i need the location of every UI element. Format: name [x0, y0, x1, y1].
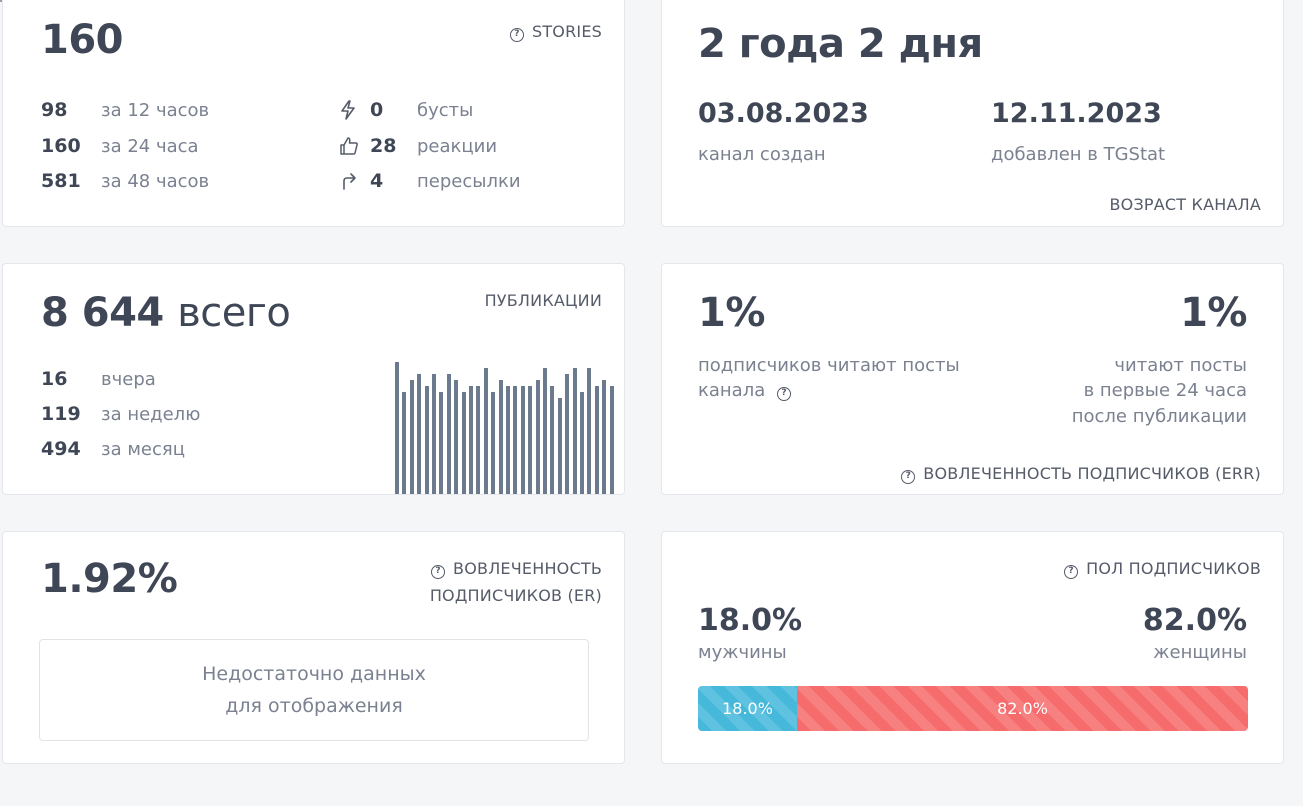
publications-bar[interactable]	[454, 380, 459, 494]
question-icon[interactable]: ?	[901, 470, 916, 484]
publications-row-label: за месяц	[101, 439, 185, 460]
err-label-right-2: в первые 24 часа	[1083, 380, 1247, 401]
err-label-left-2: канала ?	[698, 380, 799, 401]
thumbs-up-icon	[340, 137, 358, 155]
err-label-right-3: после публикации	[1071, 406, 1247, 427]
forwards-value: 4	[370, 170, 384, 192]
publications-row-label: вчера	[101, 369, 156, 390]
reactions-label: реакции	[417, 136, 498, 157]
err-value-left: 1%	[698, 290, 765, 336]
publications-bar[interactable]	[491, 392, 496, 494]
err-header[interactable]: ? ВОВЛЕЧЕННОСТЬ ПОДПИСЧИКОВ (ERR)	[901, 464, 1261, 484]
channel-age-value: 2 года 2 дня	[698, 21, 983, 67]
publications-bar[interactable]	[395, 362, 399, 494]
stories-row-label: за 48 часов	[101, 171, 210, 192]
publications-bar[interactable]	[594, 386, 599, 494]
publications-bar-chart[interactable]	[394, 360, 616, 494]
er-header-1[interactable]: ? ВОВЛЕЧЕННОСТЬ	[431, 559, 602, 579]
publications-bar[interactable]	[520, 386, 525, 494]
created-label: канал создан	[698, 144, 826, 165]
er-header-2: ПОДПИСЧИКОВ (ER)	[429, 586, 602, 605]
gender-bar-male[interactable]: 18.0%	[698, 686, 797, 731]
question-icon[interactable]: ?	[431, 565, 446, 579]
stories-row-value: 98	[41, 99, 68, 121]
share-arrow-icon	[343, 173, 356, 190]
err-card: 1% подписчиков читают посты канала ? 1% …	[661, 263, 1284, 495]
added-label: добавлен в TGStat	[991, 144, 1166, 165]
gender-bar[interactable]: 18.0% 82.0%	[698, 686, 1248, 731]
no-data-text-1: Недостаточно данных	[202, 663, 426, 685]
no-data-box: Недостаточно данных для отображения	[39, 639, 589, 741]
err-label-left-1: подписчиков читают посты	[698, 355, 960, 376]
er-card: 1.92% ? ВОВЛЕЧЕННОСТЬ ПОДПИСЧИКОВ (ER) Не…	[2, 531, 625, 764]
publications-bar[interactable]	[498, 380, 503, 494]
boosts-label: бусты	[417, 100, 474, 121]
publications-bar[interactable]	[402, 392, 407, 494]
publications-bar[interactable]	[446, 374, 451, 494]
publications-bar[interactable]	[580, 392, 584, 494]
created-date: 03.08.2023	[698, 98, 869, 129]
boosts-value: 0	[370, 99, 384, 121]
stories-row-value: 160	[41, 135, 81, 157]
question-icon[interactable]: ?	[776, 387, 791, 401]
publications-bar[interactable]	[528, 386, 533, 494]
gender-card: ? ПОЛ ПОДПИСЧИКОВ 18.0% мужчины 82.0% жен…	[661, 531, 1284, 764]
stories-row-label: за 24 часа	[101, 136, 199, 157]
publications-bar[interactable]	[609, 386, 614, 494]
publications-bar[interactable]	[424, 386, 429, 494]
publications-total: 8 644 всего	[41, 290, 291, 336]
publications-bar[interactable]	[587, 368, 592, 494]
channel-age-card: 2 года 2 дня 03.08.2023 канал создан 12.…	[661, 0, 1284, 227]
err-label-right-1: читают посты	[1114, 355, 1247, 376]
publications-header: ПУБЛИКАЦИИ	[484, 291, 602, 310]
forwards-label: пересылки	[417, 171, 521, 192]
publications-bar[interactable]	[461, 392, 466, 494]
publications-row-value: 119	[41, 403, 81, 425]
gender-header[interactable]: ? ПОЛ ПОДПИСЧИКОВ	[1064, 559, 1261, 579]
err-value-right: 1%	[1180, 290, 1247, 336]
female-label: женщины	[1153, 642, 1247, 663]
publications-bar[interactable]	[550, 386, 555, 494]
reactions-value: 28	[370, 135, 397, 157]
stories-total: 160	[41, 17, 124, 63]
er-value: 1.92%	[41, 556, 178, 602]
publications-bar[interactable]	[439, 392, 444, 494]
publications-bar[interactable]	[506, 386, 510, 494]
publications-bar[interactable]	[557, 398, 562, 494]
publications-bar[interactable]	[409, 380, 414, 494]
publications-bar[interactable]	[513, 386, 518, 494]
stories-header[interactable]: ? STORIES	[509, 22, 602, 42]
question-icon[interactable]: ?	[509, 28, 524, 42]
female-value: 82.0%	[1142, 603, 1247, 638]
publications-bar[interactable]	[469, 386, 473, 494]
publications-bar[interactable]	[432, 374, 436, 494]
question-icon[interactable]: ?	[1064, 565, 1079, 579]
stories-row-value: 581	[41, 170, 81, 192]
male-label: мужчины	[698, 642, 787, 663]
added-date: 12.11.2023	[991, 98, 1162, 129]
publications-bar[interactable]	[565, 374, 570, 494]
publications-bar[interactable]	[483, 368, 488, 494]
stories-card: 160 ? STORIES 98 за 12 часов 160 за 24 ча…	[2, 0, 625, 227]
publications-card: 8 644 всего ПУБЛИКАЦИИ 16 вчера 119 за н…	[2, 263, 625, 495]
lightning-icon	[341, 100, 355, 120]
gender-bar-female[interactable]: 82.0%	[797, 686, 1248, 731]
publications-bar[interactable]	[602, 380, 607, 494]
channel-age-header: ВОЗРАСТ КАНАЛА	[1109, 195, 1261, 214]
stories-row-label: за 12 часов	[101, 100, 210, 121]
publications-row-value: 16	[41, 368, 68, 390]
publications-row-value: 494	[41, 438, 81, 460]
publications-bar[interactable]	[417, 374, 422, 494]
publications-bar[interactable]	[543, 368, 547, 494]
publications-bar[interactable]	[535, 380, 540, 494]
male-value: 18.0%	[698, 603, 803, 638]
publications-row-label: за неделю	[101, 404, 201, 425]
publications-bar[interactable]	[476, 386, 481, 494]
publications-bar[interactable]	[572, 368, 577, 494]
no-data-text-2: для отображения	[225, 695, 403, 717]
